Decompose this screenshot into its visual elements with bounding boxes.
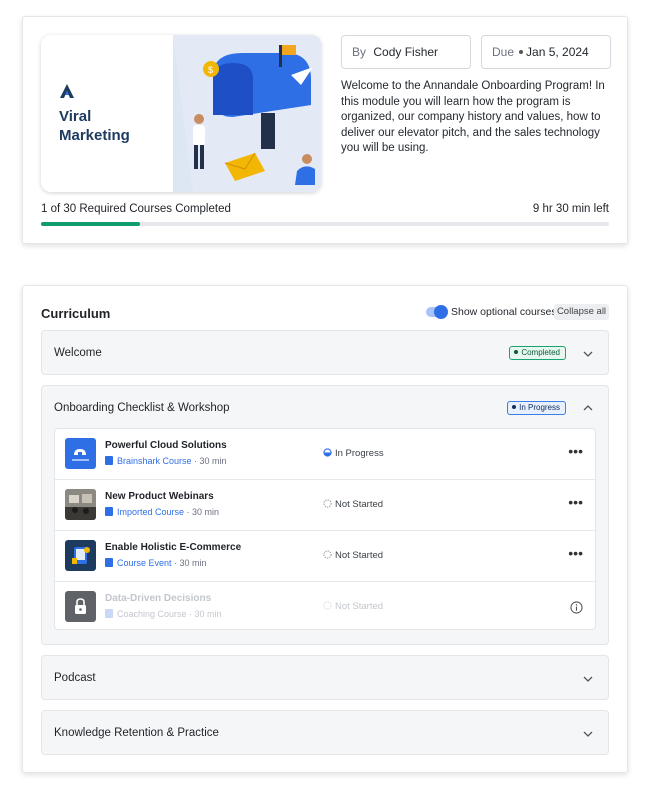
- status-badge: In Progress: [507, 401, 566, 415]
- section-podcast[interactable]: Podcast: [41, 655, 609, 700]
- course-type: Course Event: [117, 558, 172, 568]
- lock-icon: [65, 591, 96, 622]
- cloud-thumbnail: [65, 438, 96, 469]
- chevron-down-icon[interactable]: [582, 673, 594, 685]
- section-title: Podcast: [54, 672, 96, 684]
- course-item[interactable]: Powerful Cloud Solutions Brainshark Cour…: [55, 429, 595, 480]
- not-started-icon: [323, 601, 332, 610]
- status-badge: Completed: [509, 346, 566, 360]
- course-list: Powerful Cloud Solutions Brainshark Cour…: [54, 428, 596, 630]
- badge-dot-icon: [514, 350, 519, 355]
- course-name: Powerful Cloud Solutions: [105, 440, 227, 451]
- course-card-title: Viral Marketing: [59, 108, 130, 144]
- author-label: By: [352, 45, 367, 59]
- chevron-down-icon[interactable]: [582, 348, 594, 360]
- progress-bar: [41, 222, 609, 226]
- mailbox-illustration: $: [173, 35, 321, 192]
- course-duration: 30 min: [199, 456, 227, 466]
- ecommerce-thumbnail: [65, 540, 96, 571]
- course-name: Enable Holistic E-Commerce: [105, 542, 242, 553]
- course-type: Brainshark Course: [117, 456, 192, 466]
- badge-dot-icon: [512, 405, 517, 410]
- course-item-locked: Data-Driven Decisions Coaching Course · …: [55, 582, 595, 633]
- toggle-knob: [434, 305, 448, 319]
- due-dot-icon: [519, 49, 524, 54]
- course-description: Welcome to the Annandale Onboarding Prog…: [341, 80, 605, 154]
- course-duration: 30 min: [179, 558, 207, 568]
- chevron-up-icon[interactable]: [582, 402, 594, 414]
- course-item[interactable]: Enable Holistic E-Commerce Course Event …: [55, 531, 595, 582]
- optional-courses-label: Show optional courses: [451, 306, 557, 318]
- course-type: Imported Course: [117, 507, 185, 517]
- course-meta: Coaching Course · 30 min: [105, 609, 222, 620]
- progress-label: 1 of 30 Required Courses Completed: [41, 203, 231, 215]
- section-title: Onboarding Checklist & Workshop: [54, 402, 230, 414]
- course-status: In Progress: [323, 448, 384, 459]
- section-knowledge-retention[interactable]: Knowledge Retention & Practice: [41, 710, 609, 755]
- author-name: Cody Fisher: [373, 45, 439, 59]
- more-options-icon[interactable]: •••: [568, 443, 583, 459]
- course-duration: 30 min: [194, 609, 222, 619]
- info-icon[interactable]: [570, 601, 583, 614]
- section-title: Welcome: [54, 347, 102, 359]
- not-started-icon: [323, 550, 332, 559]
- curriculum-card: Curriculum Show optional courses Collaps…: [22, 285, 628, 773]
- course-status: Not Started: [323, 601, 383, 612]
- course-status: Not Started: [323, 550, 383, 561]
- time-left: 9 hr 30 min left: [532, 203, 609, 215]
- course-type-icon: [105, 507, 113, 517]
- course-meta: Course Event · 30 min: [105, 558, 207, 569]
- course-type-icon: [105, 609, 113, 619]
- progress-bar-fill: [41, 222, 141, 226]
- course-type: Coaching Course: [117, 609, 187, 619]
- course-overview-card: Viral Marketing $ By Cody Fisher Due Jan…: [22, 16, 628, 244]
- due-label: Due: [492, 45, 515, 59]
- course-meta: Brainshark Course · 30 min: [105, 456, 227, 467]
- due-date-field: Due Jan 5, 2024: [481, 35, 611, 69]
- course-type-icon: [105, 558, 113, 568]
- course-item[interactable]: New Product Webinars Imported Course · 3…: [55, 480, 595, 531]
- webinar-photo-thumbnail: [65, 489, 96, 520]
- optional-courses-toggle[interactable]: [426, 305, 448, 319]
- svg-text:$: $: [208, 65, 213, 75]
- section-title: Knowledge Retention & Practice: [54, 727, 219, 739]
- author-field: By Cody Fisher: [341, 35, 471, 69]
- course-hero-image: Viral Marketing $: [41, 35, 321, 192]
- due-date: Jan 5, 2024: [526, 45, 589, 59]
- course-type-icon: [105, 456, 113, 466]
- section-onboarding: Onboarding Checklist & Workshop In Progr…: [41, 385, 609, 645]
- collapse-all-button[interactable]: Collapse all: [554, 304, 609, 320]
- course-name: Data-Driven Decisions: [105, 593, 212, 604]
- course-status: Not Started: [323, 499, 383, 510]
- section-welcome[interactable]: Welcome Completed: [41, 330, 609, 375]
- brand-logo-icon: [60, 84, 74, 98]
- course-meta: Imported Course · 30 min: [105, 507, 219, 518]
- in-progress-icon: [323, 448, 332, 457]
- more-options-icon[interactable]: •••: [568, 494, 583, 510]
- curriculum-title: Curriculum: [41, 306, 111, 321]
- course-duration: 30 min: [192, 507, 220, 517]
- course-name: New Product Webinars: [105, 491, 214, 502]
- chevron-down-icon[interactable]: [582, 728, 594, 740]
- more-options-icon[interactable]: •••: [568, 545, 583, 561]
- not-started-icon: [323, 499, 332, 508]
